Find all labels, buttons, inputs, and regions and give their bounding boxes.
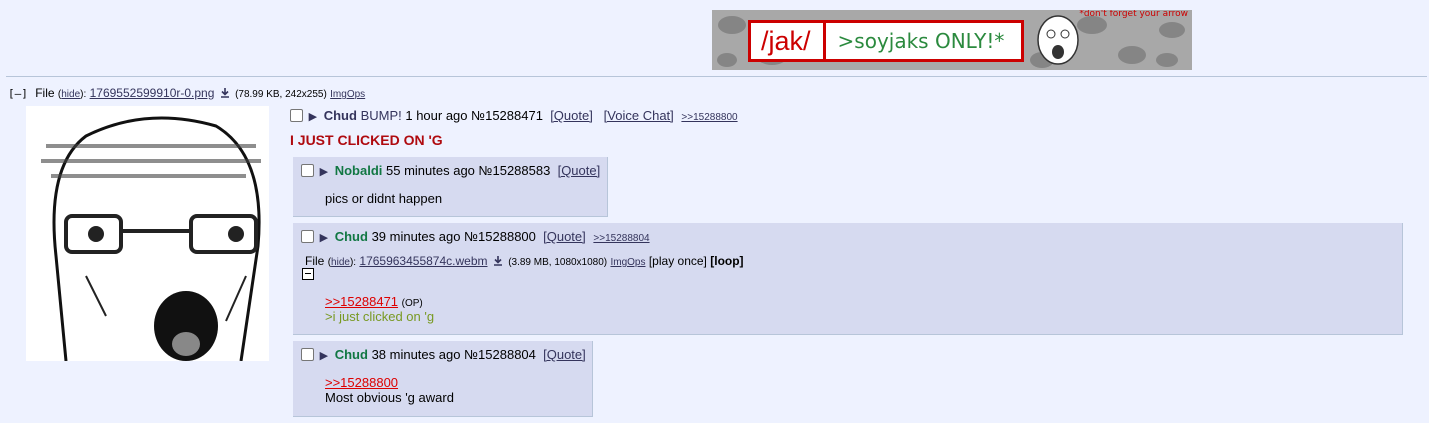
post-menu-triangle-icon[interactable]: ▶ [320, 231, 328, 244]
play-once-link[interactable]: [play once] [649, 254, 707, 268]
op-post-number[interactable]: №15288471 [471, 108, 543, 123]
reply-name: Nobaldi [334, 163, 383, 178]
banner-board-name: /jak/ [751, 23, 826, 59]
hide-link[interactable]: hide [331, 257, 350, 268]
download-icon[interactable] [220, 88, 230, 98]
file-label: File [35, 86, 55, 100]
reply-post-number[interactable]: №15288800 [464, 229, 536, 244]
op-comment: I JUST CLICKED ON 'G [290, 132, 443, 148]
loop-link[interactable]: [loop] [710, 254, 743, 268]
op-checkbox[interactable] [290, 109, 303, 122]
reply-time: 39 minutes ago [371, 229, 461, 244]
soyjak-face-icon [1037, 15, 1079, 65]
op-backlink[interactable]: >>15288800 [681, 112, 737, 123]
op-tag: (OP) [401, 298, 423, 309]
collapse-video-button[interactable] [302, 268, 314, 280]
reply-checkbox[interactable] [301, 348, 314, 361]
hide-link[interactable]: hide [61, 89, 80, 100]
reply-file-info: File (hide): 1765963455874c.webm (3.89 M… [305, 254, 744, 268]
reply-filename-link[interactable]: 1765963455874c.webm [359, 254, 487, 268]
imgops-link[interactable]: ImgOps [330, 89, 365, 100]
op-subject: BUMP! [360, 108, 402, 123]
reply-comment-text: Most obvious 'g award [325, 390, 454, 405]
reply-file-meta: (3.89 MB, 1080x1080) [508, 257, 608, 268]
op-file-info: [–] File (hide): 1769552599910r-0.png (7… [8, 86, 366, 100]
op-filename-link[interactable]: 1769552599910r-0.png [90, 86, 215, 100]
op-name: Chud [323, 108, 357, 123]
reply-comment: >>15288471 (OP) >i just clicked on 'g [325, 294, 434, 324]
reply-time: 55 minutes ago [386, 163, 475, 178]
op-time: 1 hour ago [405, 108, 468, 123]
reply-checkbox[interactable] [301, 230, 314, 243]
imgops-link[interactable]: ImgOps [610, 257, 645, 268]
reply-quote-link[interactable]: [Quote] [543, 229, 586, 244]
op-post-header: ▶ Chud BUMP! 1 hour ago №15288471 [Quote… [290, 108, 738, 123]
reply-backlink[interactable]: >>15288804 [593, 233, 649, 244]
reply-post-15288583: ▶ Nobaldi 55 minutes ago №15288583 [Quot… [293, 157, 608, 217]
op-quote-link[interactable]: [Quote] [550, 108, 593, 123]
file-label: File [305, 254, 325, 268]
banner-tagline: >soyjaks ONLY!* [837, 29, 1005, 53]
board-banner[interactable]: /jak/ >soyjaks ONLY!* *don't forget your… [712, 10, 1192, 70]
download-icon[interactable] [493, 256, 503, 266]
reply-post-number[interactable]: №15288583 [479, 163, 551, 178]
banner-title-box: /jak/ >soyjaks ONLY!* [748, 20, 1024, 62]
banner-note: *don't forget your arrow [1079, 10, 1188, 19]
post-menu-triangle-icon[interactable]: ▶ [320, 165, 328, 178]
reply-quote-link[interactable]: [Quote] [558, 163, 601, 178]
op-thumbnail-image[interactable] [26, 106, 269, 361]
greentext-line: >i just clicked on 'g [325, 309, 435, 324]
op-voice-chat-link[interactable]: [Voice Chat] [604, 108, 674, 123]
reply-post-15288804: ▶ Chud 38 minutes ago №15288804 [Quote] … [293, 341, 593, 417]
reply-time: 38 minutes ago [371, 347, 461, 362]
post-menu-triangle-icon[interactable]: ▶ [309, 110, 317, 123]
reply-post-15288800: ▶ Chud 39 minutes ago №15288800 [Quote] … [293, 223, 1403, 335]
reply-comment: >>15288800 Most obvious 'g award [325, 375, 454, 405]
reply-name: Chud [334, 347, 368, 362]
reply-post-number[interactable]: №15288804 [464, 347, 536, 362]
collapse-button[interactable]: [–] [8, 87, 28, 100]
reply-header: ▶ Chud 38 minutes ago №15288804 [Quote] [301, 347, 586, 362]
divider [6, 76, 1427, 77]
quote-reference-link[interactable]: >>15288471 [325, 294, 398, 309]
reply-header: ▶ Chud 39 minutes ago №15288800 [Quote] … [301, 229, 650, 244]
post-menu-triangle-icon[interactable]: ▶ [320, 349, 328, 362]
reply-name: Chud [334, 229, 368, 244]
reply-checkbox[interactable] [301, 164, 314, 177]
op-file-meta: (78.99 KB, 242x255) [235, 89, 327, 100]
quote-reference-link[interactable]: >>15288800 [325, 375, 398, 390]
reply-header: ▶ Nobaldi 55 minutes ago №15288583 [Quot… [301, 163, 600, 178]
reply-comment: pics or didnt happen [325, 191, 443, 206]
reply-quote-link[interactable]: [Quote] [543, 347, 586, 362]
